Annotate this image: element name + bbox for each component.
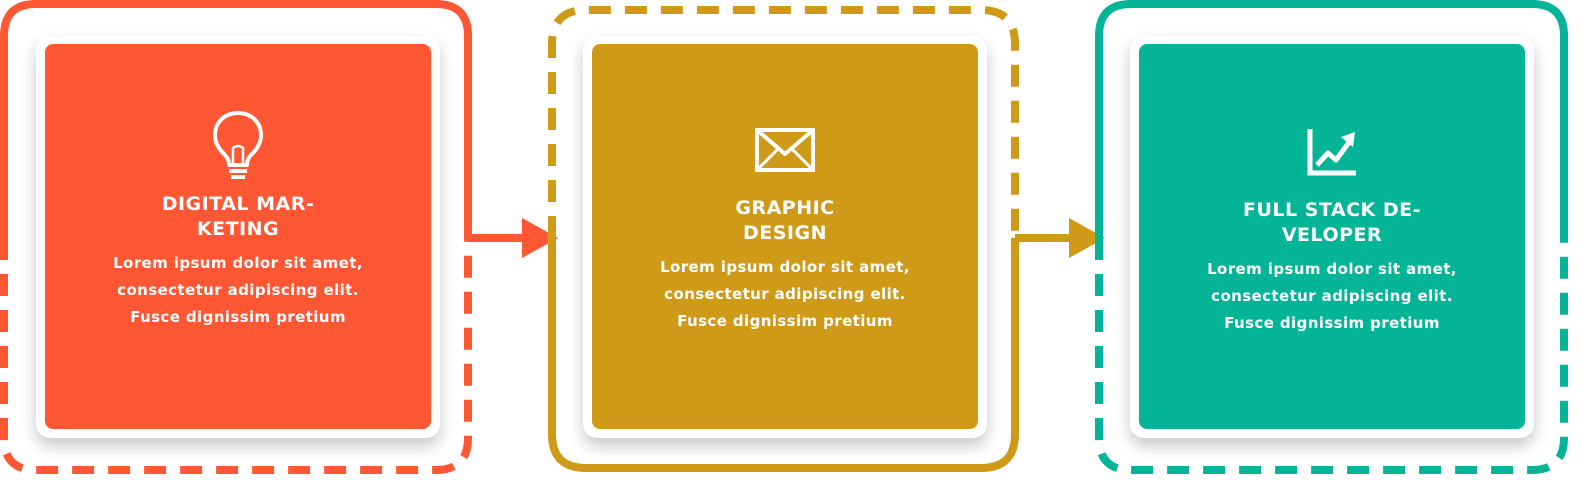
step-card-graphic-design: GRAPHIC DESIGN Lorem ipsum dolor sit ame… [583,36,987,438]
step-card-panel: GRAPHIC DESIGN Lorem ipsum dolor sit ame… [592,44,978,429]
step-title: GRAPHIC DESIGN [735,197,835,244]
step-card-panel: FULL STACK DE- VELOPER Lorem ipsum dolor… [1139,44,1525,429]
step-title: DIGITAL MAR- KETING [161,193,315,240]
step-card-panel: DIGITAL MAR- KETING Lorem ipsum dolor si… [45,44,431,429]
growth-chart-icon [1300,116,1364,188]
step-description: Lorem ipsum dolor sit amet, consectetur … [660,258,910,330]
envelope-icon [753,114,817,186]
step-card-full-stack-developer: FULL STACK DE- VELOPER Lorem ipsum dolor… [1130,36,1534,438]
step-card-digital-marketing: DIGITAL MAR- KETING Lorem ipsum dolor si… [36,36,440,438]
lightbulb-icon [206,110,270,182]
step-title: FULL STACK DE- VELOPER [1242,199,1422,246]
step-description: Lorem ipsum dolor sit amet, consectetur … [113,254,363,326]
step-description: Lorem ipsum dolor sit amet, consectetur … [1207,260,1457,332]
